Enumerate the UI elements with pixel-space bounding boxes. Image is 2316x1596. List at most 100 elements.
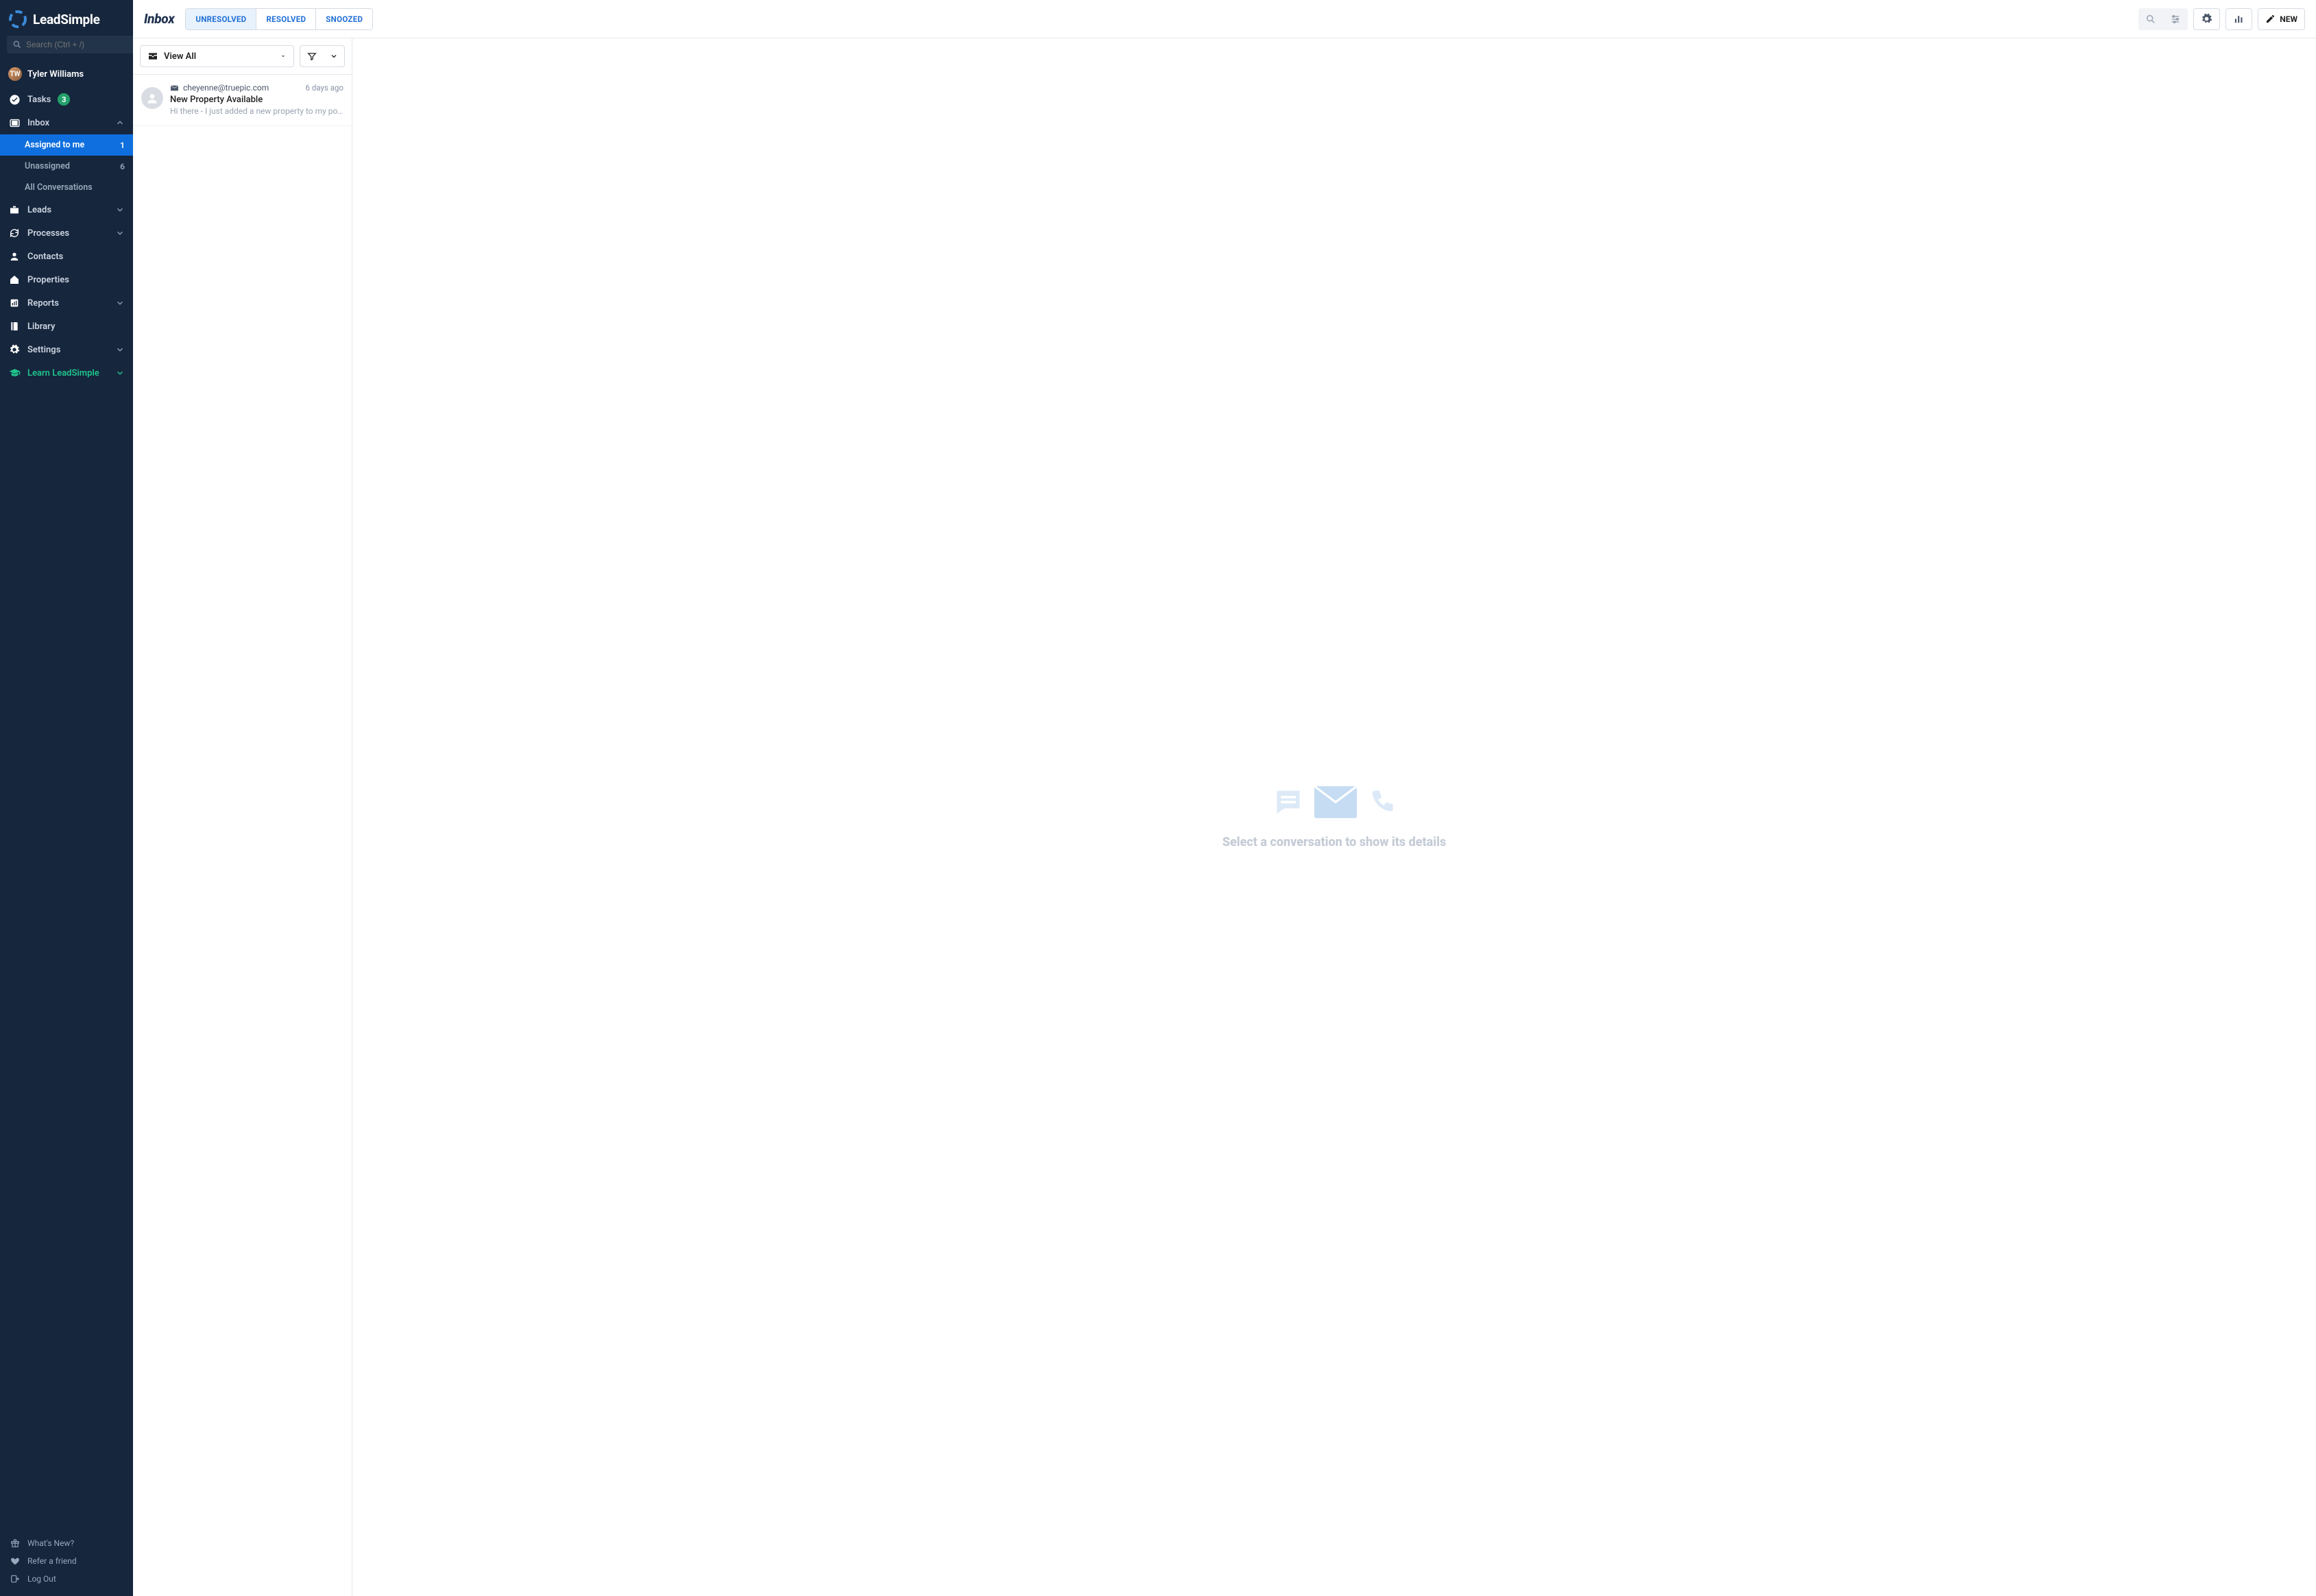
funnel-icon	[307, 51, 317, 61]
chevron-down-icon	[115, 205, 125, 215]
view-select[interactable]: View All	[140, 45, 294, 67]
search-input[interactable]	[26, 40, 132, 49]
heart-icon	[10, 1556, 21, 1567]
nav-processes[interactable]: Processes	[0, 221, 133, 245]
logout-label: Log Out	[27, 1574, 56, 1584]
chevron-down-icon	[115, 345, 125, 354]
conversation-from: cheyenne@truepic.com	[183, 83, 269, 93]
bar-chart-icon	[2233, 13, 2245, 25]
empty-text: Select a conversation to show its detail…	[1222, 835, 1446, 849]
topbar-actions: NEW	[2138, 8, 2305, 30]
person-icon	[8, 250, 21, 263]
new-button[interactable]: NEW	[2258, 8, 2305, 30]
nav-inbox-all-label: All Conversations	[25, 182, 93, 193]
conversation-subject: New Property Available	[170, 95, 343, 105]
gear-icon	[2201, 13, 2212, 25]
mail-large-icon	[1314, 786, 1357, 819]
new-button-label: NEW	[2280, 14, 2297, 24]
conversation-item[interactable]: cheyenne@truepic.com 6 days ago New Prop…	[133, 75, 352, 126]
logout-link[interactable]: Log Out	[0, 1570, 133, 1588]
avatar	[141, 87, 163, 109]
nav-inbox-unassigned-label: Unassigned	[25, 161, 70, 171]
search-icon	[2145, 14, 2156, 25]
pencil-icon	[2265, 14, 2276, 24]
nav-inbox-assigned[interactable]: Assigned to me 1	[0, 134, 133, 156]
chevron-down-icon	[115, 298, 125, 308]
conversation-detail: Select a conversation to show its detail…	[352, 38, 2316, 1596]
check-circle-icon	[8, 93, 21, 106]
person-icon	[145, 91, 159, 105]
nav-inbox-assigned-label: Assigned to me	[25, 140, 84, 150]
nav-settings[interactable]: Settings	[0, 338, 133, 361]
whats-new-link[interactable]: What's New?	[0, 1534, 133, 1552]
nav-reports-label: Reports	[27, 298, 59, 309]
nav-learn[interactable]: Learn LeadSimple	[0, 361, 133, 385]
primary-nav: Tasks 3 Inbox Assigned to me 1 Unassigne…	[0, 88, 133, 1529]
nav-properties[interactable]: Properties	[0, 268, 133, 291]
nav-library[interactable]: Library	[0, 315, 133, 338]
status-tabs: UNRESOLVED RESOLVED SNOOZED	[185, 8, 373, 30]
nav-inbox-label: Inbox	[27, 118, 49, 128]
conversation-preview: Hi there - I just added a new property t…	[170, 106, 343, 116]
refer-link[interactable]: Refer a friend	[0, 1552, 133, 1570]
tab-snoozed[interactable]: SNOOZED	[316, 9, 372, 29]
view-select-label: View All	[164, 51, 196, 62]
search-icon	[12, 40, 22, 49]
nav-contacts[interactable]: Contacts	[0, 245, 133, 268]
topbar-adjust-button	[2163, 8, 2188, 30]
nav-processes-label: Processes	[27, 228, 69, 239]
chart-icon	[8, 297, 21, 309]
caret-down-icon	[280, 53, 287, 60]
chevron-up-icon	[115, 118, 125, 128]
nav-inbox-unassigned-count: 6	[120, 162, 125, 171]
logout-icon	[10, 1573, 21, 1584]
chevron-down-icon	[115, 228, 125, 238]
nav-inbox-all[interactable]: All Conversations	[0, 177, 133, 198]
book-icon	[8, 320, 21, 332]
chat-icon	[1273, 787, 1303, 817]
inbox-icon	[8, 117, 21, 129]
refer-label: Refer a friend	[27, 1556, 77, 1566]
nav-contacts-label: Contacts	[27, 252, 63, 262]
mail-icon	[170, 84, 179, 93]
nav-inbox-assigned-count: 1	[120, 141, 125, 150]
current-user[interactable]: TW Tyler Williams	[0, 60, 133, 88]
nav-learn-label: Learn LeadSimple	[27, 368, 99, 378]
phone-icon	[1368, 788, 1395, 816]
home-icon	[8, 274, 21, 286]
filter-button[interactable]	[300, 45, 345, 67]
stats-button[interactable]	[2225, 8, 2252, 30]
graduation-icon	[8, 367, 21, 379]
search-input-wrap[interactable]	[7, 36, 138, 53]
main: Inbox UNRESOLVED RESOLVED SNOOZED	[133, 0, 2316, 1596]
search-row	[0, 36, 133, 60]
user-name: Tyler Williams	[27, 69, 84, 80]
conversation-list: View All	[133, 38, 352, 1596]
nav-leads[interactable]: Leads	[0, 198, 133, 221]
whats-new-label: What's New?	[27, 1538, 74, 1548]
tab-unresolved[interactable]: UNRESOLVED	[186, 9, 256, 29]
sync-icon	[8, 227, 21, 239]
topbar-search-button	[2138, 8, 2163, 30]
settings-button[interactable]	[2193, 8, 2220, 30]
nav-tasks[interactable]: Tasks 3	[0, 88, 133, 111]
brand-logo-icon	[8, 10, 27, 29]
tab-resolved[interactable]: RESOLVED	[256, 9, 316, 29]
page-title: Inbox	[144, 11, 174, 27]
tasks-badge: 3	[58, 93, 70, 106]
sliders-icon	[2170, 14, 2181, 25]
disabled-actions	[2138, 8, 2188, 30]
content: View All	[133, 38, 2316, 1596]
chevron-down-icon	[115, 368, 125, 378]
brand-name: LeadSimple	[33, 12, 100, 27]
nav-inbox[interactable]: Inbox	[0, 111, 133, 134]
user-avatar: TW	[8, 67, 22, 81]
nav-library-label: Library	[27, 322, 55, 332]
nav-reports[interactable]: Reports	[0, 291, 133, 315]
inbox-tray-icon	[147, 51, 158, 62]
nav-inbox-unassigned[interactable]: Unassigned 6	[0, 156, 133, 177]
brand[interactable]: LeadSimple	[0, 0, 133, 36]
conversation-body: cheyenne@truepic.com 6 days ago New Prop…	[170, 83, 343, 116]
empty-illustration	[1273, 786, 1395, 819]
conversation-time: 6 days ago	[306, 83, 343, 93]
